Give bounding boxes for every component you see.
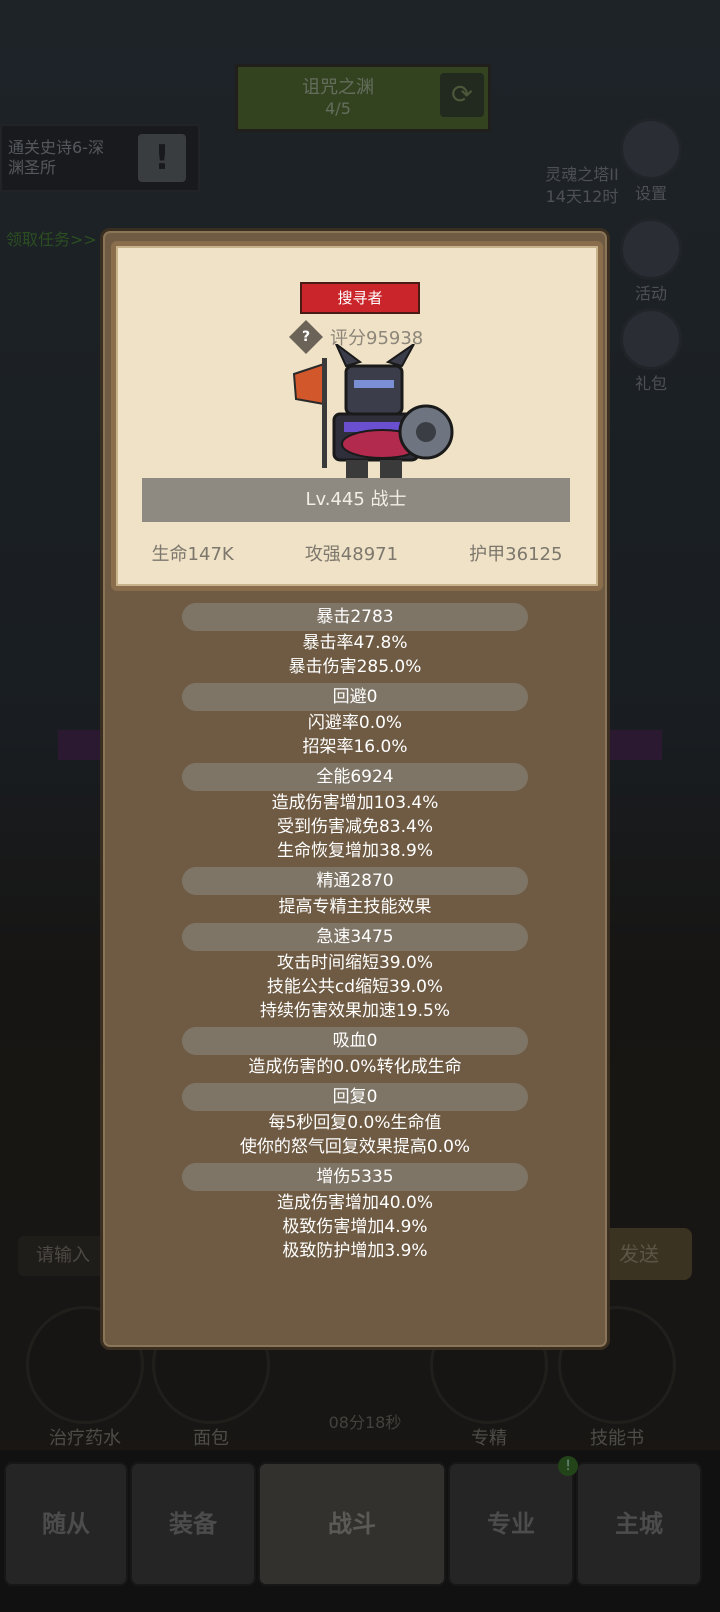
attr-line: 生命恢复增加38.9% xyxy=(276,841,433,861)
attr-line: 造成伤害的0.0%转化成生命 xyxy=(248,1057,462,1077)
attr-line: 持续伤害效果加速19.5% xyxy=(259,1001,450,1021)
attack-value: 攻强48971 xyxy=(304,544,399,565)
attr-head: 全能6924 xyxy=(182,763,528,791)
attr-line: 技能公共cd缩短39.0% xyxy=(266,977,444,997)
attr-line: 极致伤害增加4.9% xyxy=(282,1217,428,1237)
attr-line: 受到伤害减免83.4% xyxy=(276,817,433,837)
attr-line: 造成伤害增加40.0% xyxy=(276,1193,433,1213)
attr-head: 回避0 xyxy=(182,683,528,711)
attr-head: 暴击2783 xyxy=(182,603,528,631)
attr-line: 暴击率47.8% xyxy=(302,633,408,653)
attr-line: 造成伤害增加103.4% xyxy=(271,793,439,813)
attr-line: 攻击时间缩短39.0% xyxy=(276,953,433,973)
attr-line: 提高专精主技能效果 xyxy=(278,897,432,917)
attr-group-avoidance: 回避0 闪避率0.0% 招架率16.0% xyxy=(103,683,607,759)
attr-group-mastery: 精通2870 提高专精主技能效果 xyxy=(103,867,607,919)
attr-head: 吸血0 xyxy=(182,1027,528,1055)
attr-group-regen: 回复0 每5秒回复0.0%生命值 使你的怒气回复效果提高0.0% xyxy=(103,1083,607,1159)
attr-line: 使你的怒气回复效果提高0.0% xyxy=(239,1137,471,1157)
attr-group-crit: 暴击2783 暴击率47.8% 暴击伤害285.0% xyxy=(103,603,607,679)
attr-head: 增伤5335 xyxy=(182,1163,528,1191)
attribute-list: 暴击2783 暴击率47.8% 暴击伤害285.0% 回避0 闪避率0.0% 招… xyxy=(103,603,607,1267)
attr-group-versatility: 全能6924 造成伤害增加103.4% 受到伤害减免83.4% 生命恢复增加38… xyxy=(103,763,607,863)
attr-line: 每5秒回复0.0%生命值 xyxy=(268,1113,442,1133)
armor-value: 护甲36125 xyxy=(469,544,563,565)
attr-head: 精通2870 xyxy=(182,867,528,895)
attr-group-haste: 急速3475 攻击时间缩短39.0% 技能公共cd缩短39.0% 持续伤害效果加… xyxy=(103,923,607,1023)
attr-group-lifesteal: 吸血0 造成伤害的0.0%转化成生命 xyxy=(103,1027,607,1079)
level-class-bar: Lv.445 战士 xyxy=(142,478,570,522)
attr-line: 极致防护增加3.9% xyxy=(282,1241,428,1261)
stat-summary: 生命147K 攻强48971 护甲36125 xyxy=(116,540,598,566)
character-card: 搜寻者 ? 评分95938 Lv.445 战士 生命147K 攻强48971 护… xyxy=(111,241,603,591)
attr-line: 闪避率0.0% xyxy=(307,713,403,733)
attr-head: 回复0 xyxy=(182,1083,528,1111)
character-stats-panel: 搜寻者 ? 评分95938 Lv.445 战士 生命147K 攻强48971 护… xyxy=(100,228,610,1350)
attr-line: 招架率16.0% xyxy=(302,737,408,757)
attr-head: 急速3475 xyxy=(182,923,528,951)
hp-value: 生命147K xyxy=(151,544,234,565)
role-badge: 搜寻者 xyxy=(300,282,420,314)
attr-line: 暴击伤害285.0% xyxy=(288,657,422,677)
attr-group-damage-bonus: 增伤5335 造成伤害增加40.0% 极致伤害增加4.9% 极致防护增加3.9% xyxy=(103,1163,607,1263)
warrior-portrait-icon xyxy=(292,344,454,478)
